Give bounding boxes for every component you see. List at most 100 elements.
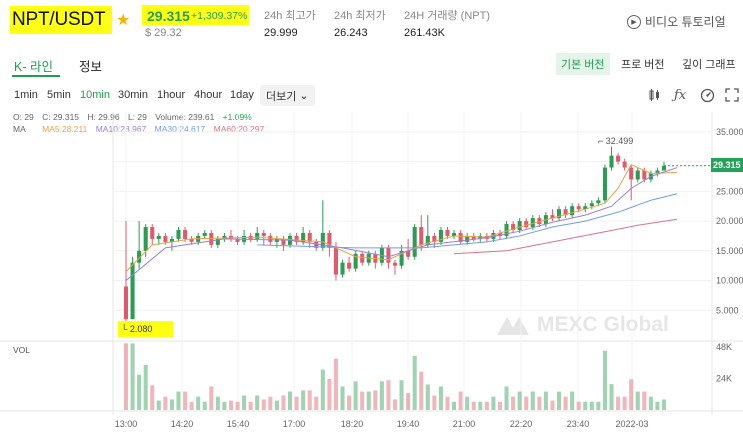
volume-bar: [504, 386, 509, 410]
volume-bar: [156, 400, 161, 410]
time-tick-label: 13:00: [115, 419, 138, 429]
volume-bar: [189, 401, 194, 410]
volume-bar: [465, 396, 470, 410]
low-marker-icon: └: [121, 324, 130, 334]
candle-body: [183, 230, 188, 239]
time-tick-label: 19:40: [397, 419, 420, 429]
candle-body: [622, 161, 627, 168]
high-marker-icon: ⌐: [598, 136, 606, 146]
price-tick-label: 35.000: [716, 127, 743, 137]
volume-bar: [445, 396, 450, 410]
price-tick-label: 15.000: [716, 246, 743, 256]
volume-bar: [281, 395, 286, 410]
volume-bar: [622, 396, 627, 410]
candle-body: [202, 232, 207, 236]
volume-tick-label: 24K: [716, 374, 732, 384]
volume-bar: [655, 401, 660, 410]
volume-bar: [307, 390, 312, 410]
candle-body: [635, 170, 640, 180]
volume-bar: [137, 374, 142, 410]
volume-bar: [583, 401, 588, 410]
volume-bar: [419, 371, 424, 410]
volume-bar: [209, 386, 214, 410]
volume-bar: [340, 386, 345, 410]
chart-grid: [0, 112, 743, 415]
volume-bar: [235, 401, 240, 410]
volume-bar: [524, 396, 529, 410]
volume-bar: [261, 399, 266, 410]
candle-body: [130, 262, 135, 320]
candle-body: [386, 247, 391, 263]
time-tick-label: 14:20: [171, 419, 194, 429]
candle-body: [156, 235, 161, 239]
price-tick-label: 20.000: [716, 216, 743, 226]
candle-body: [143, 227, 148, 251]
volume-tick-label: 48K: [716, 342, 732, 352]
volume-bar: [458, 391, 463, 410]
candle-body: [150, 227, 155, 239]
candle-body: [412, 227, 417, 257]
volume-bar: [497, 401, 503, 410]
candle-body: [163, 235, 168, 242]
volume-bar: [570, 391, 575, 410]
candle-body: [176, 230, 181, 239]
candle-body: [419, 227, 424, 245]
volume-bar: [320, 369, 325, 410]
volume-bar: [648, 396, 653, 410]
volume-bar: [609, 384, 614, 410]
volume-bar: [556, 391, 562, 410]
low-price-label: └ 2.080: [121, 324, 152, 334]
volume-bar: [530, 391, 535, 410]
candle-body: [602, 167, 607, 201]
volume-bar: [143, 364, 148, 410]
candle-body: [340, 262, 345, 275]
candle-body: [360, 253, 365, 263]
low-price-value: 2.080: [129, 324, 153, 334]
volume-bar: [176, 391, 181, 410]
volume-bar: [399, 380, 404, 410]
volume-bar: [635, 391, 640, 410]
time-tick-label: 18:20: [341, 419, 364, 429]
candle-body: [576, 206, 581, 210]
volume-bar: [130, 343, 135, 410]
volume-bar: [150, 385, 155, 410]
volume-bar: [484, 401, 489, 410]
volume-bar: [452, 401, 457, 410]
time-tick-label: 17:00: [283, 419, 306, 429]
volume-bar: [222, 401, 227, 410]
volume-bar: [576, 401, 581, 410]
volume-bar: [183, 391, 188, 410]
candle-body: [596, 200, 601, 204]
candle-body: [347, 262, 352, 269]
volume-bar: [517, 391, 522, 410]
candlestick-chart[interactable]: 35.00030.00025.00020.00015.00010.0005.00…: [0, 0, 743, 439]
volume-bar: [589, 401, 594, 410]
volume-bar: [294, 396, 299, 410]
volume-bar: [392, 399, 398, 410]
volume-bar: [491, 396, 496, 410]
volume-bar: [228, 400, 234, 410]
candle-body: [661, 165, 667, 171]
volume-bar: [314, 396, 319, 410]
volume-bar: [432, 395, 437, 410]
volume-bar: [550, 400, 555, 410]
candle-body: [268, 235, 273, 242]
candle-body: [616, 155, 621, 162]
volume-bar: [327, 379, 332, 410]
candle-wicks: [125, 146, 665, 328]
volume-bar: [616, 396, 621, 410]
volume-bar: [537, 396, 542, 410]
candle-body: [629, 167, 634, 180]
volume-bar: [438, 386, 443, 410]
volume-bar: [366, 391, 371, 410]
volume-bar: [642, 391, 647, 410]
volume-bars: [123, 343, 667, 410]
volume-bar: [543, 391, 548, 410]
volume-bar: [629, 379, 634, 410]
volume-bar: [406, 393, 411, 410]
candle-body: [642, 170, 647, 180]
candle-bodies: [123, 155, 667, 320]
volume-bar: [379, 381, 384, 410]
volume-bar: [425, 384, 430, 410]
high-price-label: ⌐ 32.499: [598, 136, 633, 146]
